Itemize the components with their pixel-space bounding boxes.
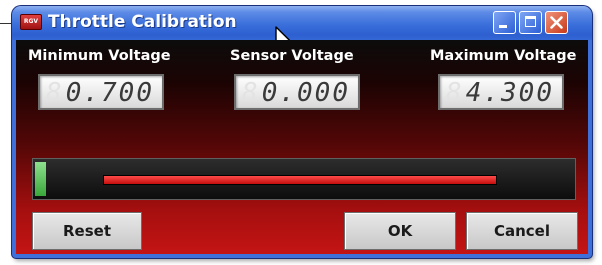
client-area: Minimum Voltage Sensor Voltage Maximum V… — [16, 40, 588, 254]
minimum-voltage-value: 0.700 — [65, 78, 154, 108]
minimize-button[interactable] — [493, 11, 516, 34]
sensor-level-fill — [35, 162, 46, 196]
sensor-voltage-value: 0.000 — [261, 78, 350, 108]
reset-button[interactable]: Reset — [32, 212, 142, 250]
sensor-voltage-display: 8 0.000 — [234, 74, 360, 110]
title-bar[interactable]: RGV Throttle Calibration — [12, 6, 592, 53]
close-icon — [550, 16, 563, 29]
window-title: Throttle Calibration — [48, 12, 237, 32]
maximum-voltage-display: 8 4.300 — [438, 74, 564, 110]
ok-button[interactable]: OK — [344, 212, 456, 250]
app-icon[interactable]: RGV — [20, 14, 42, 30]
calibration-range-bar — [103, 175, 497, 185]
sensor-voltage-label: Sensor Voltage — [230, 48, 354, 64]
throttle-gauge — [32, 158, 576, 200]
maximum-voltage-value: 4.300 — [465, 78, 554, 108]
lcd-segment-background: 8 — [46, 78, 64, 108]
minimum-voltage-label: Minimum Voltage — [28, 48, 171, 64]
lcd-segment-background: 8 — [446, 78, 464, 108]
maximize-button[interactable] — [519, 11, 542, 34]
lcd-segment-background: 8 — [242, 78, 260, 108]
close-button[interactable] — [545, 11, 568, 34]
maximum-voltage-label: Maximum Voltage — [430, 48, 577, 64]
throttle-calibration-window: RGV Throttle Calibration Minimum Voltage… — [12, 6, 592, 258]
cancel-button[interactable]: Cancel — [466, 212, 578, 250]
minimize-icon — [499, 25, 507, 28]
minimum-voltage-display: 8 0.700 — [38, 74, 164, 110]
maximize-icon — [525, 16, 536, 27]
